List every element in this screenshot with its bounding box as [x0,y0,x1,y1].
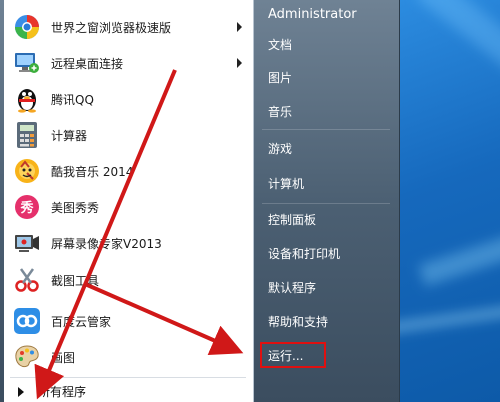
start-menu: 世界之窗浏览器极速版 远程桌面连接 腾讯QQ 计算器 酷我音乐 2014 秀 美… [0,0,400,402]
program-item-remote-desktop[interactable]: 远程桌面连接 [4,45,250,81]
screen-recorder-icon [12,228,42,258]
qq-penguin-icon [12,84,42,114]
meitu-icon: 秀 [12,192,42,222]
devices-printers-link[interactable]: 设备和打印机 [256,239,396,267]
control-panel-link[interactable]: 控制面板 [256,205,396,233]
user-name-link[interactable]: Administrator [256,0,396,28]
divider [262,203,390,204]
calculator-icon [12,120,42,150]
expand-arrow-icon [18,386,24,397]
kuwo-music-icon [12,156,42,186]
program-item-screen-recorder[interactable]: 屏幕录像专家V2013 [4,225,250,261]
default-programs-link[interactable]: 默认程序 [256,273,396,301]
run-highlight-box [260,342,326,368]
pictures-link[interactable]: 图片 [256,63,396,91]
program-label: 美图秀秀 [51,200,100,215]
program-item-browser[interactable]: 世界之窗浏览器极速版 [4,9,250,45]
program-item-snipping-tool[interactable]: 截图工具 [4,262,250,298]
baidu-cloud-icon [12,306,42,336]
desktop-background [398,0,500,402]
browser-globe-icon [12,12,42,42]
documents-link[interactable]: 文档 [256,30,396,58]
submenu-arrow-icon [237,22,242,32]
program-item-calculator[interactable]: 计算器 [4,117,250,153]
program-item-baidu-cloud[interactable]: 百度云管家 [4,303,250,339]
program-label: 腾讯QQ [51,92,94,107]
divider [262,129,390,130]
program-label: 远程桌面连接 [51,56,124,71]
program-label: 计算器 [51,128,88,143]
program-item-meitu[interactable]: 秀 美图秀秀 [4,189,250,225]
remote-desktop-icon [12,48,42,78]
all-programs-button[interactable]: 所有程序 [4,381,250,402]
games-link[interactable]: 游戏 [256,134,396,162]
music-link[interactable]: 音乐 [256,97,396,125]
program-label: 截图工具 [51,273,100,288]
program-label: 世界之窗浏览器极速版 [51,20,172,35]
program-item-qq[interactable]: 腾讯QQ [4,81,250,117]
divider [10,377,246,378]
program-item-kuwo[interactable]: 酷我音乐 2014 [4,153,250,189]
paint-palette-icon [12,342,42,372]
program-item-paint[interactable]: 画图 [4,339,250,375]
computer-link[interactable]: 计算机 [256,169,396,197]
svg-text:秀: 秀 [19,200,34,216]
program-label: 屏幕录像专家V2013 [51,236,162,251]
program-label: 画图 [51,350,76,365]
all-programs-label: 所有程序 [38,385,87,399]
submenu-arrow-icon [237,58,242,68]
program-label: 酷我音乐 2014 [51,164,134,179]
programs-panel: 世界之窗浏览器极速版 远程桌面连接 腾讯QQ 计算器 酷我音乐 2014 秀 美… [4,0,254,402]
program-label: 百度云管家 [51,314,112,329]
snipping-tool-icon [12,265,42,295]
help-support-link[interactable]: 帮助和支持 [256,307,396,335]
